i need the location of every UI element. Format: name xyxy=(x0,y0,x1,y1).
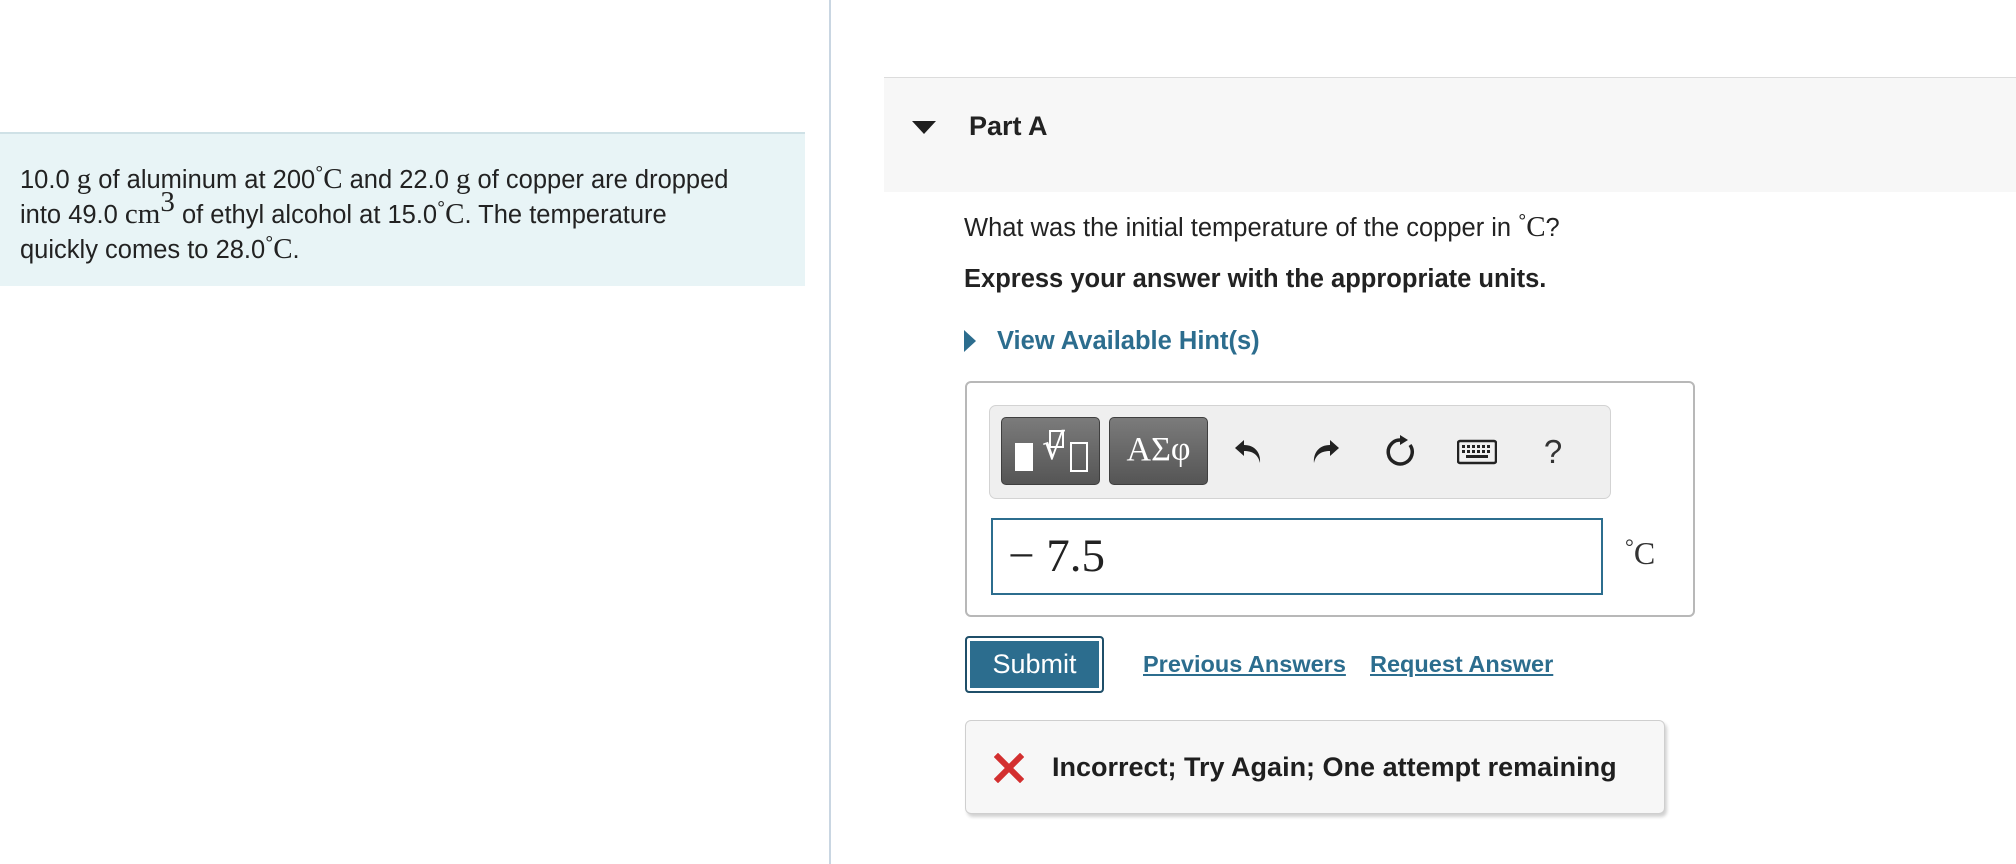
problem-line-2: into 49.0 cm3 of ethyl alcohol at 15.0°C… xyxy=(20,188,790,232)
part-title: Part A xyxy=(969,111,1048,141)
answer-unit: °C xyxy=(1625,535,1655,572)
text: ? xyxy=(1545,214,1560,242)
templates-icon xyxy=(1015,443,1033,471)
text: of aluminum at 200 xyxy=(91,166,316,194)
question-text: What was the initial temperature of the … xyxy=(964,211,1560,244)
text: of copper are dropped xyxy=(470,166,729,194)
templates-button[interactable]: √ xyxy=(1001,417,1100,485)
answer-box: √ ΑΣφ ? − 7.5 °C xyxy=(965,381,1695,617)
feedback-message: Incorrect; Try Again; One attempt remain… xyxy=(965,720,1665,814)
instruction-text: Express your answer with the appropriate… xyxy=(964,265,1547,293)
unit: C xyxy=(1633,535,1656,571)
incorrect-x-icon xyxy=(993,752,1025,788)
keyboard-icon[interactable] xyxy=(1449,424,1505,480)
greek-symbols-button[interactable]: ΑΣφ xyxy=(1109,417,1208,485)
submit-button[interactable]: Submit xyxy=(965,636,1104,693)
problem-statement: 10.0 g of aluminum at 200°C and 22.0 g o… xyxy=(0,132,805,286)
degree-symbol: ° xyxy=(1518,211,1527,233)
view-hints-toggle[interactable]: View Available Hint(s) xyxy=(964,324,1260,358)
box-icon xyxy=(1070,442,1088,472)
problem-line-1: 10.0 g of aluminum at 200°C and 22.0 g o… xyxy=(20,162,790,197)
problem-text: 10.0 g of aluminum at 200°C and 22.0 g o… xyxy=(20,162,790,267)
part-header[interactable]: Part A xyxy=(884,77,2016,192)
answer-input[interactable]: − 7.5 xyxy=(991,518,1603,595)
box-icon xyxy=(1049,430,1064,448)
problem-line-3: quickly comes to 28.0°C. xyxy=(20,232,790,267)
text: 10.0 xyxy=(20,166,77,194)
collapse-caret-icon[interactable] xyxy=(912,121,936,134)
redo-icon[interactable] xyxy=(1297,424,1353,480)
degree-symbol: ° xyxy=(437,198,446,220)
unit: C xyxy=(323,163,343,195)
math-toolbar: √ ΑΣφ ? xyxy=(989,405,1611,499)
text: . xyxy=(292,236,300,264)
degree-symbol: ° xyxy=(315,163,324,185)
view-hints-label[interactable]: View Available Hint(s) xyxy=(997,327,1260,356)
text: quickly comes to 28.0 xyxy=(20,236,266,264)
feedback-text: Incorrect; Try Again; One attempt remain… xyxy=(1052,752,1617,782)
previous-answers-link[interactable]: Previous Answers xyxy=(1143,651,1346,678)
exponent: 3 xyxy=(160,186,175,218)
text: . The temperature xyxy=(464,201,667,229)
unit: C xyxy=(445,198,465,230)
text: into 49.0 xyxy=(20,201,125,229)
unit: C xyxy=(1526,211,1546,243)
unit: g xyxy=(76,163,92,195)
unit: cm xyxy=(124,198,161,230)
expand-caret-icon xyxy=(964,330,976,352)
help-icon[interactable]: ? xyxy=(1525,424,1581,480)
text: of ethyl alcohol at 15.0 xyxy=(174,201,438,229)
undo-icon[interactable] xyxy=(1221,424,1277,480)
degree-symbol: ° xyxy=(265,233,274,255)
request-answer-link[interactable]: Request Answer xyxy=(1370,651,1553,678)
degree-symbol: ° xyxy=(1625,534,1634,559)
unit: g xyxy=(455,163,471,195)
reset-icon[interactable] xyxy=(1373,424,1429,480)
text: What was the initial temperature of the … xyxy=(964,214,1519,242)
panel-divider xyxy=(829,0,831,864)
text: and 22.0 xyxy=(342,166,456,194)
unit: C xyxy=(273,233,293,265)
